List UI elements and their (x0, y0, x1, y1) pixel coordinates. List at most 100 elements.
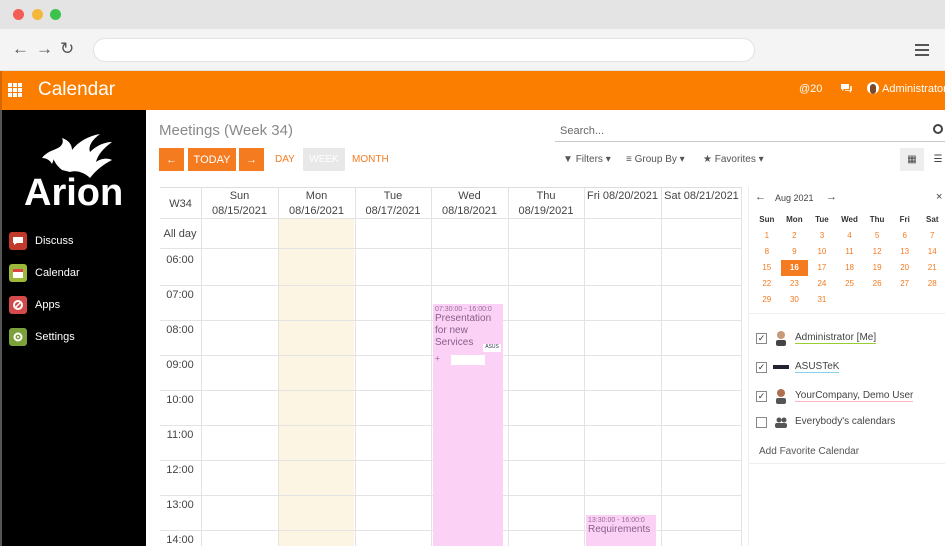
calendar-view-icon[interactable]: ▦ (900, 148, 924, 171)
mini-month-label: Aug 2021 (775, 193, 814, 203)
day-header-sat[interactable]: Sat 08/21/2021 (661, 188, 742, 248)
mini-day[interactable]: 4 (836, 228, 864, 244)
today-button[interactable]: TODAY (188, 148, 236, 171)
checkbox-checked[interactable]: ✓ (756, 361, 767, 373)
week-view-button[interactable]: WEEK (303, 148, 345, 171)
day-name: Wed (458, 190, 481, 202)
favorites-dropdown[interactable]: ★ Favorites ▾ (703, 154, 764, 165)
groupby-dropdown[interactable]: ≡ Group By ▾ (626, 154, 685, 165)
mini-day[interactable]: 3 (808, 228, 836, 244)
mini-day[interactable]: 21 (918, 260, 945, 276)
mini-day[interactable]: 30 (781, 292, 809, 308)
mini-day[interactable]: 28 (918, 276, 945, 292)
mini-day[interactable]: 24 (808, 276, 836, 292)
weekday-label: Sun (759, 215, 775, 224)
chat-icon[interactable] (840, 83, 853, 97)
search-icon[interactable] (933, 124, 943, 134)
mini-day[interactable]: 13 (891, 244, 919, 260)
month-view-button[interactable]: MONTH (352, 154, 389, 165)
close-window-button[interactable] (13, 9, 24, 20)
mini-day[interactable]: 5 (863, 228, 891, 244)
mini-day[interactable]: 31 (808, 292, 836, 308)
forward-arrow-icon[interactable]: → (36, 40, 53, 58)
day-header-thu[interactable]: Thu 08/19/2021 (508, 188, 584, 248)
mini-calendar-grid: Sun Mon Tue Wed Thu Fri Sat 1 2 3 4 5 6 … (753, 212, 945, 308)
attendees-avatars (451, 355, 485, 365)
day-name: Mon (305, 190, 328, 202)
mini-prev-arrow-icon[interactable]: ← (755, 191, 766, 203)
mini-day[interactable]: 7 (918, 228, 945, 244)
filters-dropdown[interactable]: ▼ Filters ▾ (563, 154, 611, 165)
next-button[interactable]: → (239, 148, 264, 171)
users-group-icon (773, 414, 789, 430)
maximize-window-button[interactable] (50, 9, 61, 20)
search-input[interactable]: Search... (555, 122, 945, 142)
prev-button[interactable]: ← (159, 148, 184, 171)
weekday-label: Fri (899, 215, 910, 224)
mini-day[interactable]: 29 (753, 292, 781, 308)
mini-day[interactable]: 20 (891, 260, 919, 276)
mini-day[interactable]: 9 (781, 244, 809, 260)
mini-day[interactable]: 17 (808, 260, 836, 276)
mini-day[interactable]: 23 (781, 276, 809, 292)
day-header-wed[interactable]: Wed 08/18/2021 (431, 188, 508, 248)
sidebar-item-discuss[interactable]: Discuss (9, 231, 74, 251)
right-panel: ← Aug 2021 → × Sun Mon Tue Wed Thu Fri S… (748, 187, 945, 546)
mini-next-arrow-icon[interactable]: → (826, 191, 837, 203)
notifications-button[interactable]: @20 (799, 83, 822, 95)
event-presentation[interactable]: 07:30:00 - 16:00:0 Presentation for new … (433, 304, 503, 546)
day-header-sun[interactable]: Sun 08/15/2021 (201, 188, 278, 248)
mini-day[interactable]: 27 (891, 276, 919, 292)
sidebar-item-apps[interactable]: Apps (9, 295, 60, 315)
person-avatar-icon (773, 388, 789, 404)
mini-day[interactable]: 12 (863, 244, 891, 260)
day-name: Thu (536, 190, 556, 202)
mini-day[interactable]: 22 (753, 276, 781, 292)
day-header-fri[interactable]: Fri 08/20/2021 (584, 188, 661, 248)
checkbox-checked[interactable]: ✓ (756, 332, 767, 344)
time-label: 08:00 (166, 324, 194, 336)
mini-day[interactable]: 18 (836, 260, 864, 276)
weekday-label: Thu (869, 215, 885, 224)
sidebar: Arion Discuss Calendar Apps Settings (0, 110, 146, 546)
checkbox-unchecked[interactable] (756, 416, 767, 428)
mini-day[interactable]: 19 (863, 260, 891, 276)
minimize-window-button[interactable] (32, 9, 43, 20)
user-menu[interactable]: Administrator (867, 82, 945, 95)
day-header-tue[interactable]: Tue 08/17/2021 (355, 188, 431, 248)
at-icon: @ (799, 83, 811, 95)
mini-day[interactable]: 11 (836, 244, 864, 260)
back-arrow-icon[interactable]: ← (12, 40, 29, 58)
sidebar-item-settings[interactable]: Settings (9, 327, 75, 347)
event-time: 13:30:00 - 16:00:0 (588, 517, 645, 524)
browser-menu-icon[interactable] (915, 44, 929, 56)
day-name: Sun (229, 190, 250, 202)
mini-day[interactable]: 14 (918, 244, 945, 260)
calendar-filter-everybody[interactable]: Everybody's calendars (756, 414, 895, 430)
event-title: Requirements (588, 524, 651, 535)
address-bar[interactable] (93, 38, 755, 62)
mini-day[interactable]: 2 (781, 228, 809, 244)
reload-icon[interactable]: ↻ (60, 40, 74, 58)
checkbox-checked[interactable]: ✓ (756, 390, 767, 402)
close-icon[interactable]: × (936, 191, 942, 203)
apps-grid-icon[interactable] (8, 83, 22, 97)
mini-day[interactable]: 6 (891, 228, 919, 244)
mini-day[interactable]: 10 (808, 244, 836, 260)
mini-day[interactable]: 15 (753, 260, 781, 276)
calendar-filter-demo-user[interactable]: ✓ YourCompany, Demo User (756, 388, 914, 404)
mini-day-selected[interactable]: 16 (780, 260, 809, 276)
calendar-filter-asustek[interactable]: ✓ ASUSTeK (756, 359, 840, 375)
mini-day[interactable]: 26 (863, 276, 891, 292)
mini-day[interactable]: 25 (836, 276, 864, 292)
mini-day[interactable]: 1 (753, 228, 781, 244)
list-view-icon[interactable]: ☰ (926, 148, 945, 171)
sidebar-item-calendar[interactable]: Calendar (9, 263, 80, 283)
day-header-mon[interactable]: Mon 08/16/2021 (278, 188, 355, 248)
event-requirements[interactable]: 13:30:00 - 16:00:0 Requirements (586, 515, 656, 546)
chat-bubble-icon (9, 232, 27, 250)
mini-day[interactable]: 8 (753, 244, 781, 260)
add-favorite-calendar-input[interactable]: Add Favorite Calendar (759, 446, 859, 457)
day-view-button[interactable]: DAY (275, 154, 295, 165)
calendar-filter-administrator[interactable]: ✓ Administrator [Me] (756, 330, 877, 346)
